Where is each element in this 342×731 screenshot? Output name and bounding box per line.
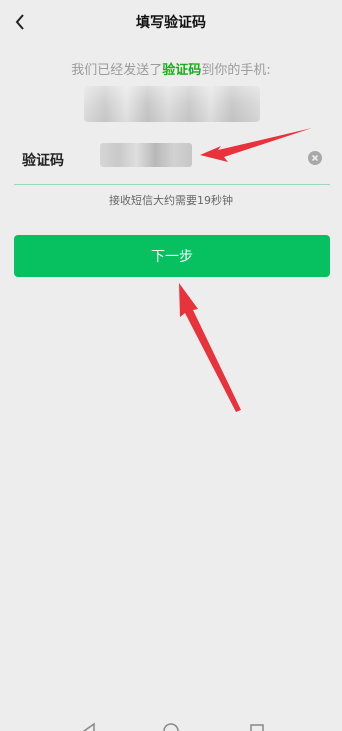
sms-hint: 接收短信大约需要19秒钟 bbox=[109, 194, 233, 207]
triangle-back-icon[interactable] bbox=[80, 722, 98, 731]
page-title: 填写验证码 bbox=[136, 15, 206, 31]
next-button[interactable]: 下一步 bbox=[14, 235, 330, 277]
top-bar: 填写验证码 bbox=[0, 0, 342, 44]
arrow-to-next-button bbox=[179, 283, 241, 412]
clear-button[interactable] bbox=[308, 151, 322, 165]
code-label: 验证码 bbox=[22, 153, 64, 169]
code-input-row: 验证码 bbox=[14, 138, 330, 185]
system-nav-bar bbox=[0, 716, 342, 731]
square-recent-icon[interactable] bbox=[248, 722, 266, 731]
sent-message: 我们已经发送了验证码到你的手机: bbox=[0, 59, 342, 78]
sent-message-highlight: 验证码 bbox=[162, 63, 202, 78]
clear-x-icon bbox=[311, 154, 319, 162]
code-input[interactable] bbox=[100, 143, 192, 167]
phone-number-blurred bbox=[84, 86, 260, 122]
sent-message-suffix: 到你的手机: bbox=[201, 63, 271, 78]
sent-message-prefix: 我们已经发送了 bbox=[71, 63, 163, 78]
circle-home-icon[interactable] bbox=[162, 722, 180, 731]
